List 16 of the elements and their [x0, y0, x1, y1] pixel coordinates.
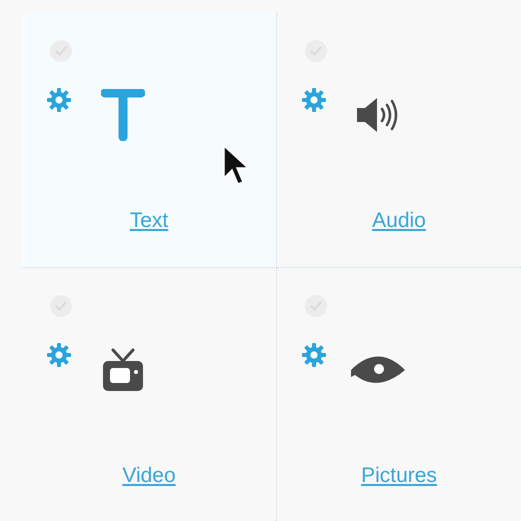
cursor-icon	[222, 144, 250, 188]
tv-icon	[101, 346, 145, 394]
tile[interactable]: Text	[22, 13, 277, 268]
tile-link[interactable]: Audio	[372, 205, 426, 236]
gear-icon[interactable]	[46, 87, 72, 113]
checkbox[interactable]	[305, 295, 327, 317]
checkbox[interactable]	[305, 40, 327, 62]
gear-icon[interactable]	[46, 342, 72, 368]
tile-link[interactable]: Video	[122, 460, 176, 492]
tile-link[interactable]: Text	[130, 205, 168, 236]
gear-icon[interactable]	[301, 342, 327, 368]
tile-link[interactable]: Pictures	[361, 460, 437, 492]
text-icon	[101, 89, 145, 141]
checkbox[interactable]	[50, 295, 72, 317]
checkbox[interactable]	[50, 40, 72, 62]
gear-icon[interactable]	[301, 87, 327, 113]
